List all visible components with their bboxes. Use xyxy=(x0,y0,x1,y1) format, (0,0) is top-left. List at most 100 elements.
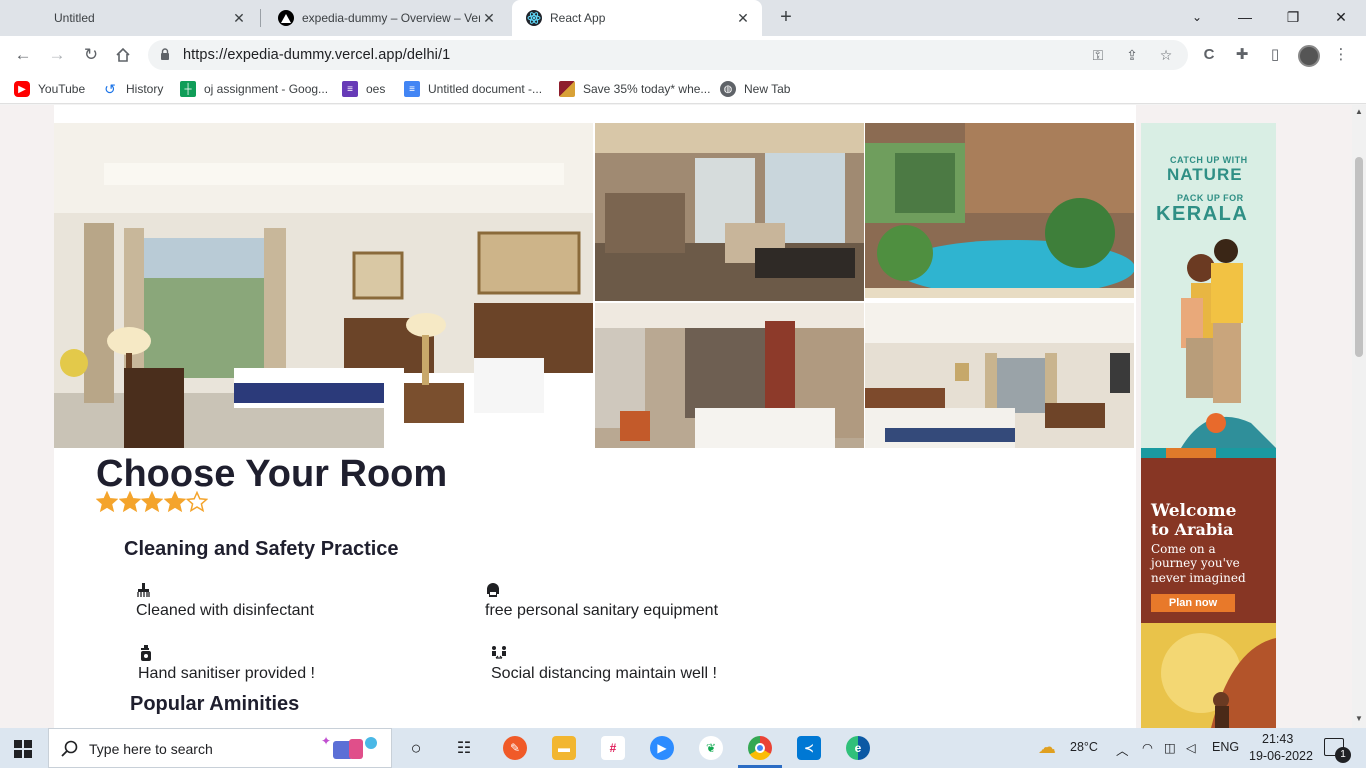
chrome-icon[interactable] xyxy=(748,736,772,760)
ad-text: NATURE xyxy=(1167,165,1243,184)
zoom-icon[interactable]: ▶ xyxy=(650,736,674,760)
lounge-photo[interactable] xyxy=(595,123,864,301)
notifications-icon[interactable]: 1 xyxy=(1324,738,1351,763)
youtube-icon: ▶ xyxy=(14,81,30,97)
tab-title: expedia-dummy – Overview – Vercel xyxy=(302,11,480,25)
tab-untitled[interactable]: Untitled ✕ xyxy=(32,0,258,36)
star-rating xyxy=(96,491,209,513)
language-indicator[interactable]: ENG xyxy=(1212,740,1239,754)
address-bar[interactable]: https://expedia-dummy.vercel.app/delhi/1… xyxy=(148,40,1188,70)
feature-sanitary-equipment: free personal sanitary equipment xyxy=(485,602,719,619)
file-explorer-icon[interactable]: ▬ xyxy=(552,736,576,760)
taskbar-search[interactable]: Type here to search ✦ xyxy=(48,728,392,768)
key-icon[interactable]: ⚿ xyxy=(1088,46,1108,64)
windows-start-icon[interactable] xyxy=(14,740,32,761)
plan-now-button[interactable]: Plan now xyxy=(1151,594,1235,612)
sanitiser-icon xyxy=(141,645,151,661)
extension-c-icon[interactable]: C xyxy=(1198,45,1220,65)
bookmark-save-35[interactable]: Save 35% today* whe... xyxy=(559,80,710,98)
page-title: Choose Your Room xyxy=(96,453,448,495)
twin-room-photo[interactable] xyxy=(865,303,1134,448)
weather-temp[interactable]: 28°C xyxy=(1070,740,1098,754)
minimize-button[interactable]: — xyxy=(1222,4,1268,30)
weather-icon[interactable]: ☁ xyxy=(1038,737,1056,758)
bookmark-label: oes xyxy=(366,82,386,96)
url-text[interactable]: https://expedia-dummy.vercel.app/delhi/1 xyxy=(183,47,450,63)
close-window-button[interactable]: ✕ xyxy=(1318,4,1364,30)
search-highlight-icon[interactable]: ✦ xyxy=(319,733,385,765)
bookmark-youtube[interactable]: ▶ YouTube xyxy=(14,80,85,98)
mongodb-compass-icon[interactable]: ❦ xyxy=(699,736,723,760)
side-panel-icon[interactable]: ▯ xyxy=(1264,45,1286,65)
close-tab-icon[interactable]: ✕ xyxy=(734,10,752,27)
hotel-room-photo[interactable] xyxy=(54,123,593,448)
pool-photo[interactable] xyxy=(865,123,1134,298)
reload-button[interactable]: ↻ xyxy=(78,42,104,68)
search-placeholder: Type here to search xyxy=(89,741,213,757)
volume-icon[interactable]: ◫ xyxy=(1164,740,1176,755)
edge-icon[interactable]: e xyxy=(846,736,870,760)
close-tab-icon[interactable]: ✕ xyxy=(230,10,248,27)
distancing-icon xyxy=(492,646,506,659)
page-scrollbar[interactable]: ▲ ▼ xyxy=(1352,105,1366,728)
scrollbar-thumb[interactable] xyxy=(1355,157,1363,357)
svg-text:✦: ✦ xyxy=(321,734,331,748)
tab-separator xyxy=(260,9,261,27)
vscode-icon[interactable]: ≺ xyxy=(797,736,821,760)
restore-button[interactable]: ❐ xyxy=(1270,4,1316,30)
filled-star-icon xyxy=(118,491,141,513)
tab-search-icon[interactable]: ⌄ xyxy=(1174,4,1220,30)
bookmark-oes[interactable]: ≡ oes xyxy=(342,80,385,98)
slack-icon[interactable]: # xyxy=(601,736,625,760)
network-icon[interactable]: ◠ xyxy=(1142,740,1153,755)
suite-photo[interactable] xyxy=(595,303,864,448)
tab-strip: Untitled ✕ expedia-dummy – Overview – Ve… xyxy=(0,0,1366,36)
scroll-down-icon[interactable]: ▼ xyxy=(1355,714,1363,723)
bookmark-label: YouTube xyxy=(38,82,86,96)
ad-text: journey you've xyxy=(1151,556,1240,570)
menu-kebab-icon[interactable]: ⋮ xyxy=(1330,45,1352,65)
amenities-section-title: Popular Aminities xyxy=(130,693,300,715)
feature-cleaned: Cleaned with disinfectant xyxy=(136,602,314,619)
ad-text: PACK UP FOR xyxy=(1177,193,1244,203)
react-icon xyxy=(526,10,542,26)
windows-taskbar: Type here to search ✦ ○ ☷ ✎ ▬ # ▶ ❦ ≺ e … xyxy=(0,728,1366,768)
postman-icon[interactable]: ✎ xyxy=(503,736,527,760)
docs-icon: ≡ xyxy=(404,81,420,97)
bookmark-history[interactable]: ↺ History xyxy=(102,80,163,98)
page-viewport: Choose Your Room Cleaning and Safety Pra… xyxy=(0,105,1352,728)
kerala-ad[interactable]: CATCH UP WITH NATURE PACK UP FOR KERALA xyxy=(1141,123,1276,448)
bookmark-oj-assignment[interactable]: ┼ oj assignment - Goog... xyxy=(180,80,328,98)
ad-text: to Arabia xyxy=(1151,520,1234,539)
scroll-up-icon[interactable]: ▲ xyxy=(1355,107,1363,116)
arabia-ad[interactable]: Welcome to Arabia Come on a journey you'… xyxy=(1141,448,1276,728)
bookmarks-bar: ▶ YouTube ↺ History ┼ oj assignment - Go… xyxy=(0,74,1366,104)
forward-button[interactable]: → xyxy=(44,42,70,68)
bookmark-star-icon[interactable]: ☆ xyxy=(1156,46,1176,64)
tab-vercel[interactable]: expedia-dummy – Overview – Vercel ✕ xyxy=(264,0,508,36)
clock-date[interactable]: 19-06-2022 xyxy=(1249,749,1313,763)
profile-avatar[interactable] xyxy=(1298,45,1320,67)
bookmark-new-tab[interactable]: ◍ New Tab xyxy=(720,80,790,98)
close-tab-icon[interactable]: ✕ xyxy=(480,10,498,27)
lock-icon[interactable] xyxy=(160,48,170,60)
tray-chevron-icon[interactable]: ︿ xyxy=(1116,740,1129,759)
extensions-puzzle-icon[interactable]: ✚ xyxy=(1231,45,1253,65)
back-button[interactable]: ← xyxy=(10,42,36,68)
tab-react-app[interactable]: React App ✕ xyxy=(512,0,762,36)
bookmark-label: Untitled document -... xyxy=(428,82,543,96)
share-icon[interactable]: ⇪ xyxy=(1122,46,1142,64)
speaker-icon[interactable]: ◁ xyxy=(1186,740,1196,755)
home-button[interactable] xyxy=(110,42,136,68)
search-icon xyxy=(61,740,78,757)
widgets-icon[interactable]: ☷ xyxy=(452,736,476,760)
clock-time[interactable]: 21:43 xyxy=(1262,732,1293,746)
bookmark-untitled-doc[interactable]: ≡ Untitled document -... xyxy=(404,80,542,98)
bookmark-label: New Tab xyxy=(744,82,791,96)
cleaning-section-title: Cleaning and Safety Practice xyxy=(124,538,399,560)
filled-star-icon xyxy=(96,491,118,513)
new-tab-button[interactable]: + xyxy=(774,6,798,30)
filled-star-icon xyxy=(141,491,163,513)
mask-icon xyxy=(487,583,499,597)
task-view-icon[interactable]: ○ xyxy=(404,736,428,760)
